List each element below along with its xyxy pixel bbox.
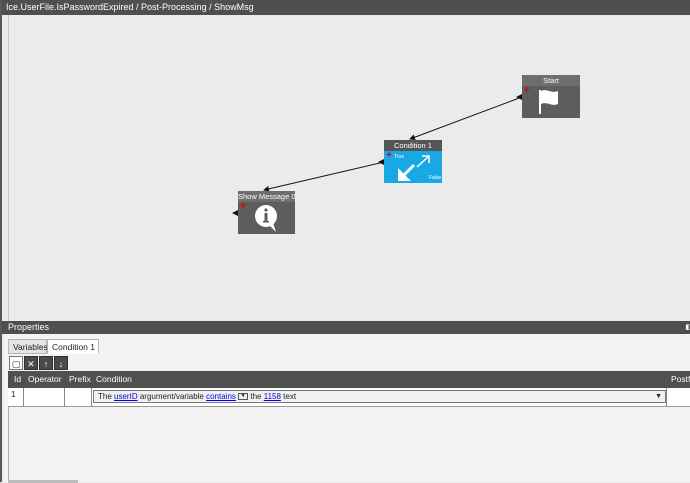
- condition-expression[interactable]: The userID argument/variable contains ▼ …: [93, 390, 666, 403]
- chevron-down-icon[interactable]: ▼: [238, 393, 249, 401]
- grid-empty-area: [8, 407, 690, 482]
- tab-variables[interactable]: Variables: [8, 339, 48, 354]
- condition-node[interactable]: Condition 1 + True False: [384, 140, 442, 183]
- column-header-postfix[interactable]: Postfix: [671, 371, 690, 388]
- show-message-node[interactable]: Show Message 0 +: [238, 191, 295, 234]
- properties-header: Properties ◧: [2, 321, 690, 334]
- edge-start-to-condition: [409, 96, 523, 141]
- condition-text: argument/variable: [139, 392, 204, 401]
- properties-panel: Variables Condition 1 ▢ ✕ ↑ ↓ Id Operato…: [4, 334, 690, 483]
- row-postfix-cell[interactable]: [666, 388, 690, 407]
- condition-text: text: [283, 392, 297, 401]
- table-row[interactable]: 1 The userID argument/variable contains …: [8, 388, 690, 407]
- info-bubble-icon: [255, 205, 277, 232]
- arrow-up-icon[interactable]: ↑: [39, 356, 53, 370]
- start-node[interactable]: Start +: [522, 75, 580, 118]
- edge-condition-to-message: [263, 161, 385, 192]
- start-node-title: Start: [522, 75, 580, 86]
- new-icon[interactable]: ▢: [9, 356, 23, 370]
- workflow-edges: [232, 94, 523, 216]
- pin-icon[interactable]: ◧: [685, 321, 690, 334]
- grid-header: Id Operator Prefix Condition Postfix: [8, 371, 690, 388]
- show-message-node-title: Show Message 0: [238, 191, 295, 202]
- row-id-cell: 1: [8, 388, 24, 407]
- condition-text: the: [250, 392, 262, 401]
- condition-text: The: [98, 392, 112, 401]
- arrow-down-icon[interactable]: ↓: [54, 356, 68, 370]
- workflow-designer-window: Ice.UserFile.IsPasswordExpired / Post-Pr…: [0, 0, 690, 483]
- properties-title: Properties: [8, 322, 50, 332]
- column-header-prefix[interactable]: Prefix: [69, 371, 91, 388]
- row-operator-cell[interactable]: [24, 388, 65, 407]
- branch-arrows-icon: [398, 155, 430, 181]
- variable-link[interactable]: userID: [114, 392, 138, 401]
- column-header-id[interactable]: Id: [14, 371, 21, 388]
- condition-node-title: Condition 1: [384, 140, 442, 151]
- value-link[interactable]: 1158: [264, 392, 281, 401]
- operator-link[interactable]: contains: [206, 392, 236, 401]
- flag-icon: [539, 90, 558, 114]
- chevron-down-icon[interactable]: ▼: [655, 391, 662, 402]
- column-header-condition[interactable]: Condition: [96, 371, 132, 388]
- tab-condition-1[interactable]: Condition 1: [47, 339, 99, 354]
- row-prefix-cell[interactable]: [65, 388, 92, 407]
- column-header-operator[interactable]: Operator: [28, 371, 62, 388]
- delete-icon[interactable]: ✕: [24, 356, 38, 370]
